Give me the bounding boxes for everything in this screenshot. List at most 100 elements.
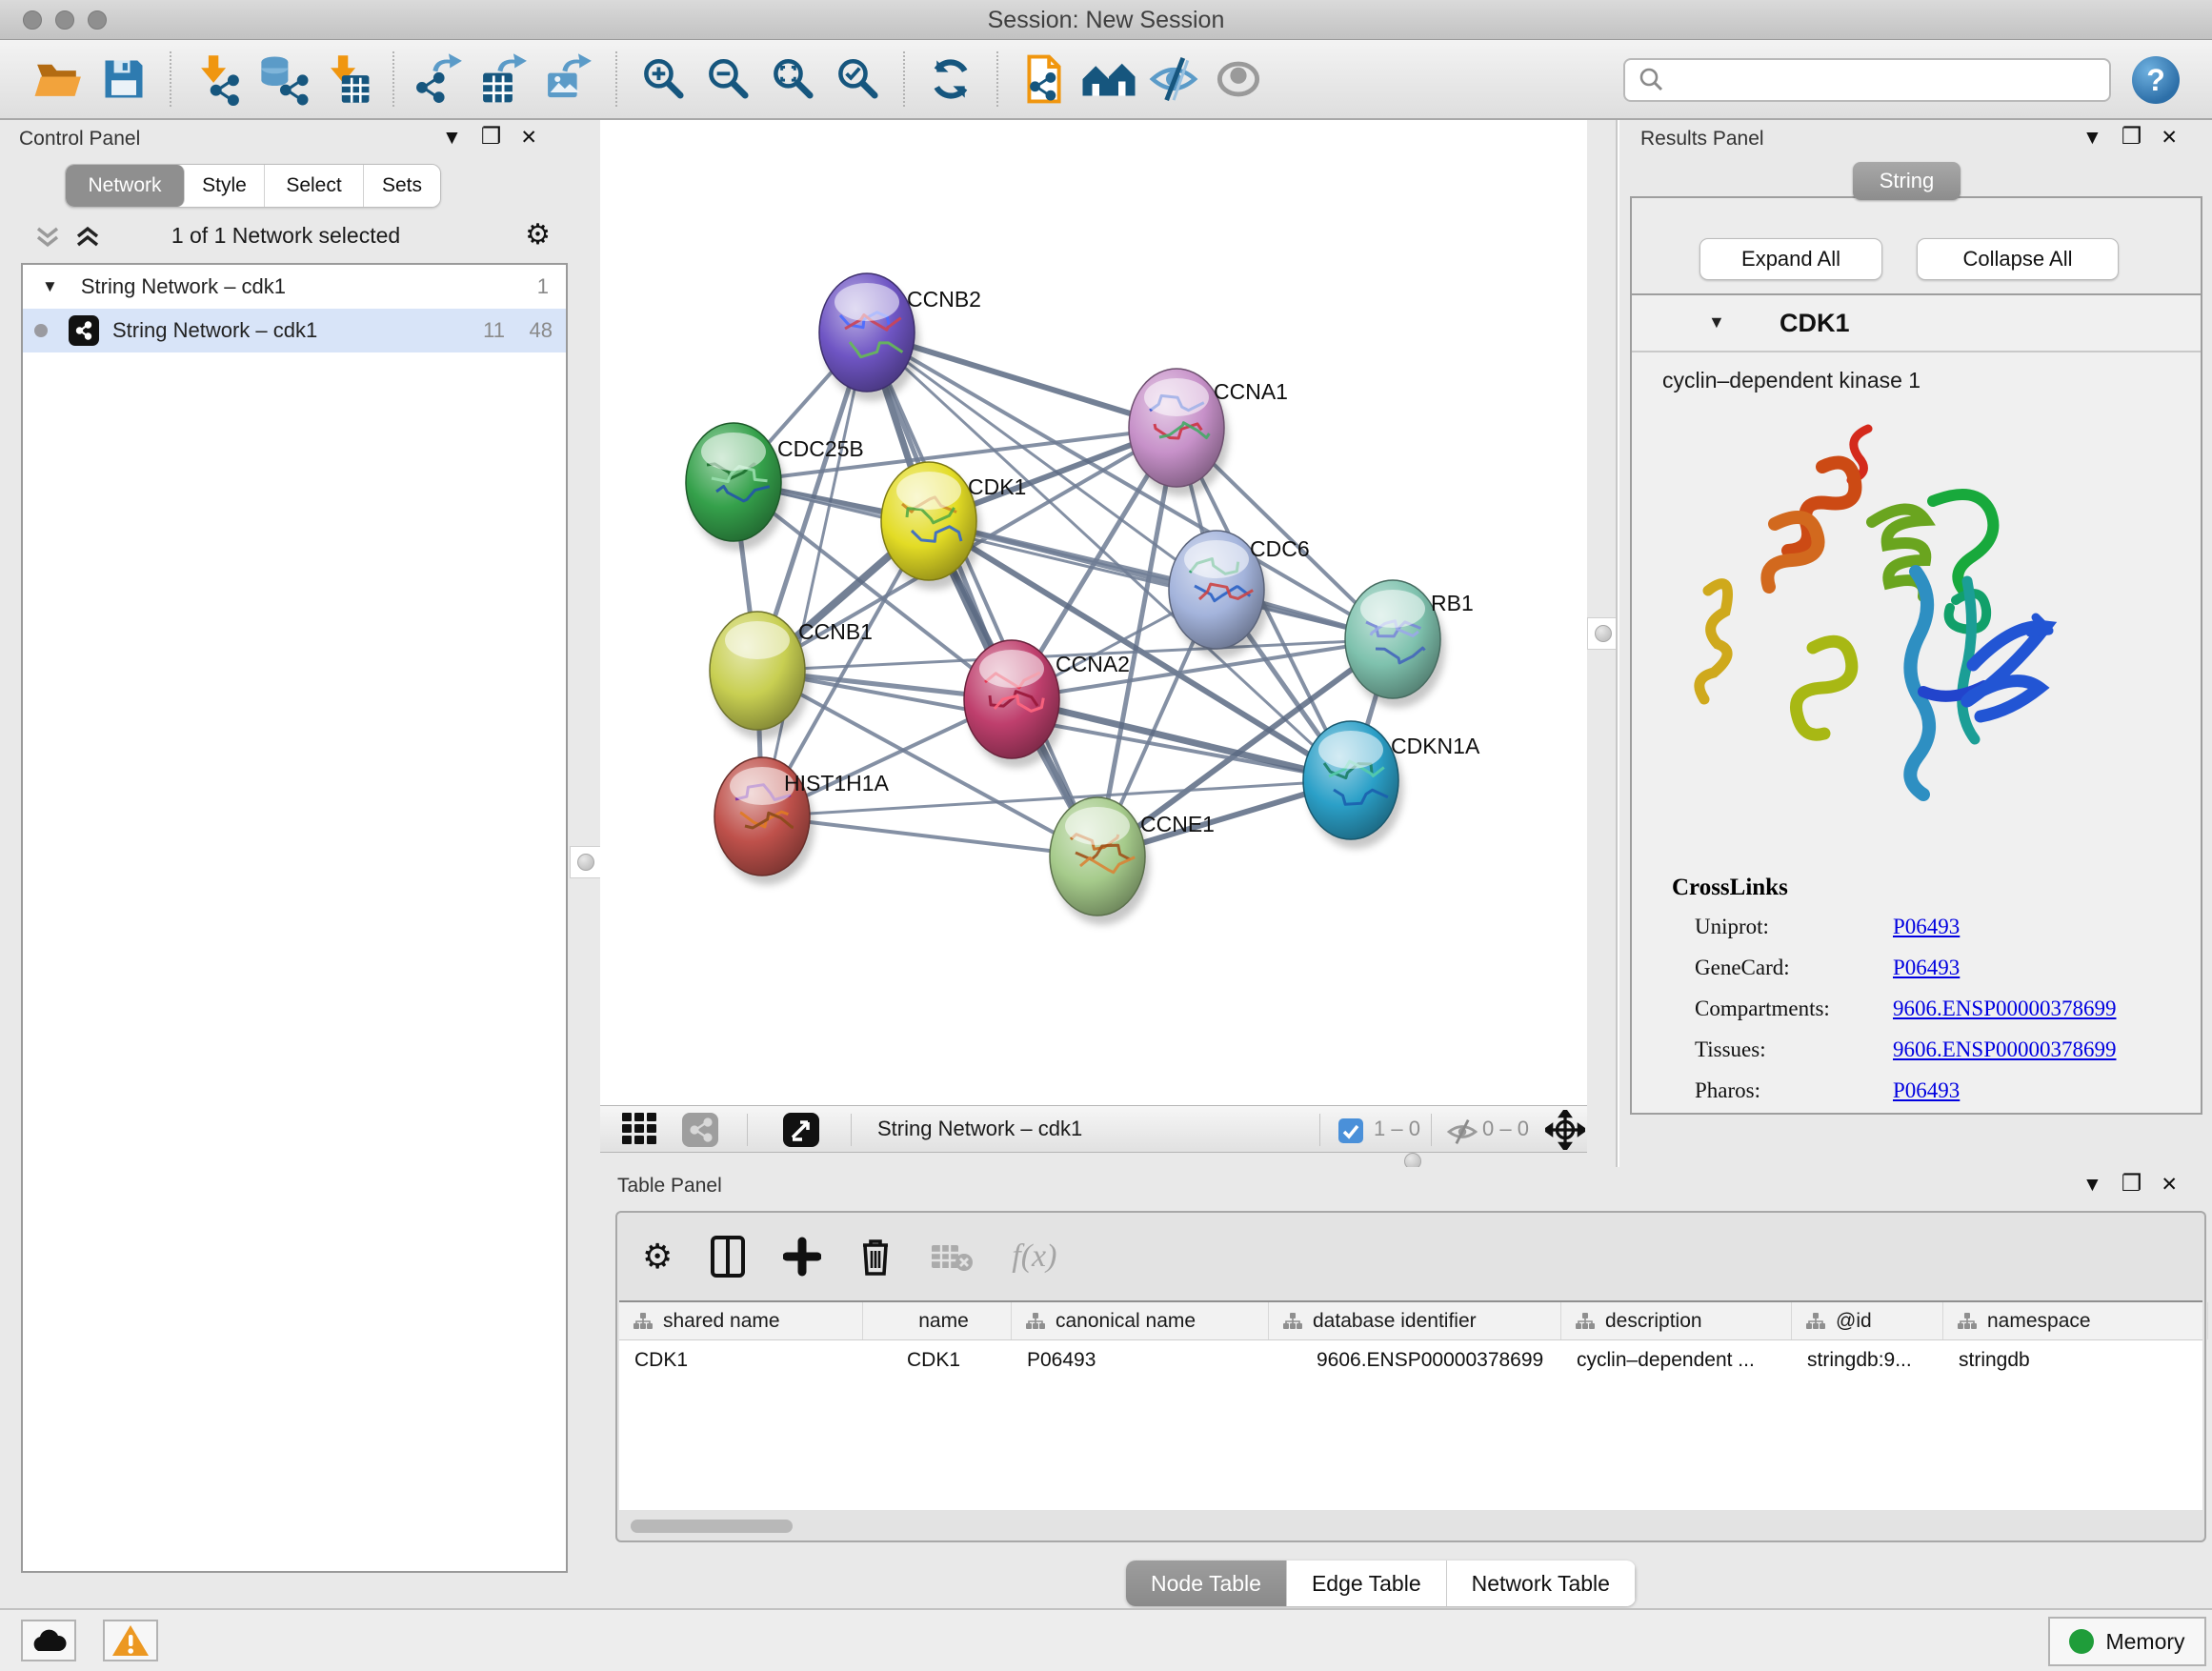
crosslink-link[interactable]: P06493 <box>1893 956 1960 979</box>
warning-status-button[interactable] <box>103 1620 158 1661</box>
zoom-fit-button[interactable] <box>765 50 820 109</box>
tab-network-table[interactable]: Network Table <box>1447 1560 1636 1606</box>
table-cell[interactable]: P06493 <box>1012 1340 1269 1380</box>
column-header-description[interactable]: description <box>1561 1302 1792 1339</box>
network-row-selected[interactable]: String Network – cdk1 11 48 <box>23 309 566 352</box>
crosslink-link[interactable]: 9606.ENSP00000378699 <box>1893 997 2117 1020</box>
network-edge-CCNB2-CCNE1[interactable] <box>867 332 1097 856</box>
collapse-triangle-icon[interactable]: ▼ <box>42 277 58 296</box>
network-node-CCNA2[interactable] <box>964 640 1064 768</box>
crosslinks-section: CrossLinks Uniprot: P06493GeneCard: P064… <box>1672 875 2186 1119</box>
table-cell[interactable]: stringdb:9... <box>1792 1340 1943 1380</box>
import-table-icon <box>322 52 372 106</box>
vertical-splitter-right[interactable] <box>1587 120 1619 1167</box>
table-cell[interactable]: stringdb <box>1943 1340 2208 1380</box>
search-input[interactable] <box>1665 68 2084 92</box>
column-header-name[interactable]: name <box>863 1302 1012 1339</box>
selected-checkbox-icon[interactable] <box>1338 1118 1365 1145</box>
add-column-icon[interactable] <box>783 1236 821 1278</box>
tab-sets[interactable]: Sets <box>364 165 440 207</box>
delete-column-icon[interactable] <box>857 1236 894 1278</box>
save-session-button[interactable] <box>96 50 151 109</box>
node-label-CCNB2: CCNB2 <box>907 287 981 312</box>
control-panel-tabs: Network Style Select Sets <box>65 164 441 208</box>
network-node-CCNB1[interactable] <box>710 612 810 739</box>
horizontal-splitter[interactable] <box>600 1153 2212 1167</box>
export-table-button[interactable] <box>477 50 533 109</box>
export-network-button[interactable] <box>412 50 468 109</box>
tab-edge-table[interactable]: Edge Table <box>1287 1560 1447 1606</box>
panel-float-button[interactable]: ▼ <box>442 128 462 148</box>
network-node-CCNE1[interactable] <box>1050 797 1150 925</box>
splitter-handle[interactable] <box>570 846 602 878</box>
help-button[interactable]: ? <box>2132 56 2180 104</box>
apply-layout-button[interactable] <box>923 50 978 109</box>
grid-view-icon[interactable] <box>622 1113 664 1147</box>
panel-float-button[interactable]: ▼ <box>2082 1175 2102 1195</box>
crosslink-link[interactable]: P06493 <box>1893 915 1960 938</box>
panel-minimize-button[interactable]: ❐ <box>481 126 502 149</box>
tab-style[interactable]: Style <box>185 165 265 207</box>
table-options-gear-icon[interactable]: ⚙ <box>642 1239 673 1274</box>
export-network-icon <box>413 52 467 106</box>
cloud-icon <box>29 1626 69 1655</box>
cloud-status-button[interactable] <box>21 1620 76 1661</box>
network-options-gear-icon[interactable]: ⚙ <box>525 221 551 250</box>
splitter-handle[interactable] <box>1587 617 1619 650</box>
collapse-triangle-icon[interactable]: ▼ <box>1708 312 1725 332</box>
open-session-button[interactable] <box>31 50 87 109</box>
panel-float-button[interactable]: ▼ <box>2082 128 2102 148</box>
tab-node-table[interactable]: Node Table <box>1126 1560 1287 1606</box>
collapse-all-button[interactable]: Collapse All <box>1917 238 2119 280</box>
column-header--id[interactable]: @id <box>1792 1302 1943 1339</box>
show-columns-icon[interactable] <box>709 1236 747 1278</box>
tab-string[interactable]: String <box>1853 162 1961 200</box>
network-collection-row[interactable]: ▼ String Network – cdk1 1 <box>23 265 566 309</box>
network-overview-button[interactable] <box>1081 50 1136 109</box>
expand-all-button[interactable]: Expand All <box>1699 238 1882 280</box>
panel-minimize-button[interactable]: ❐ <box>2122 126 2142 149</box>
table-cell[interactable]: 9606.ENSP00000378699 <box>1269 1340 1561 1380</box>
network-node-CDK1[interactable] <box>881 462 981 590</box>
zoom-in-button[interactable] <box>635 50 691 109</box>
hide-selected-button[interactable] <box>1146 50 1201 109</box>
column-header-database-identifier[interactable]: database identifier <box>1269 1302 1561 1339</box>
show-all-button[interactable] <box>1211 50 1266 109</box>
table-cell[interactable]: cyclin–dependent ... <box>1561 1340 1792 1380</box>
move-crosshair-icon[interactable] <box>1545 1110 1585 1150</box>
import-table-file-button[interactable] <box>319 50 374 109</box>
panel-minimize-button[interactable]: ❐ <box>2122 1173 2142 1196</box>
string-import-button[interactable] <box>1016 50 1072 109</box>
tab-network[interactable]: Network <box>66 165 185 207</box>
node-table[interactable]: shared namenamecanonical namedatabase id… <box>619 1300 2202 1510</box>
network-canvas[interactable]: CCNB2CCNA1CDC25BCDK1CDC6RB1CCNB1CCNA2CDK… <box>600 120 1587 1105</box>
crosslink-link[interactable]: 9606.ENSP00000378699 <box>1893 1037 2117 1061</box>
vertical-splitter-left[interactable] <box>572 120 600 1608</box>
zoom-selected-button[interactable] <box>830 50 885 109</box>
table-horizontal-scrollbar[interactable] <box>631 1520 793 1533</box>
panel-close-button[interactable]: ✕ <box>520 128 537 148</box>
export-image-button[interactable] <box>542 50 597 109</box>
export-table-icon <box>478 52 532 106</box>
table-row[interactable]: CDK1CDK1P064939606.ENSP00000378699cyclin… <box>619 1340 2202 1380</box>
tab-select[interactable]: Select <box>265 165 364 207</box>
entry-header[interactable]: ▼ CDK1 <box>1632 295 2201 352</box>
share-view-icon[interactable] <box>682 1113 720 1147</box>
memory-button[interactable]: Memory <box>2048 1617 2206 1666</box>
column-header-canonical-name[interactable]: canonical name <box>1012 1302 1269 1339</box>
panel-close-button[interactable]: ✕ <box>2161 1175 2178 1195</box>
zoom-out-button[interactable] <box>700 50 755 109</box>
network-node-CCNB2[interactable] <box>819 273 919 401</box>
houses-icon <box>1080 55 1137 103</box>
column-header-namespace[interactable]: namespace <box>1943 1302 2208 1339</box>
table-cell[interactable]: CDK1 <box>619 1340 863 1380</box>
panel-close-button[interactable]: ✕ <box>2161 128 2178 148</box>
import-network-file-button[interactable] <box>190 50 245 109</box>
crosslink-link[interactable]: P06493 <box>1893 1078 1960 1102</box>
column-header-shared-name[interactable]: shared name <box>619 1302 863 1339</box>
search-box[interactable] <box>1623 58 2111 102</box>
birdseye-icon[interactable] <box>783 1113 821 1147</box>
table-cell[interactable]: CDK1 <box>863 1340 1012 1380</box>
import-network-database-button[interactable] <box>254 50 310 109</box>
network-node-CDKN1A[interactable] <box>1303 721 1403 849</box>
